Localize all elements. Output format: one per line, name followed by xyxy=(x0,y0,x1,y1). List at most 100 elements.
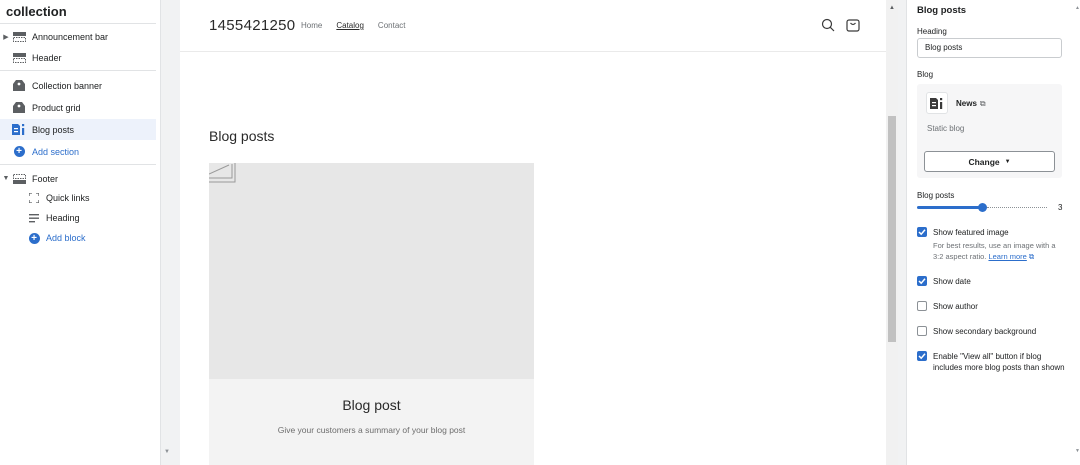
section-label: Blog posts xyxy=(32,124,75,135)
featured-image-help: For best results, use an image with a 3:… xyxy=(933,240,1065,262)
block-quick-links[interactable]: Quick links xyxy=(28,189,90,207)
section-label: Footer xyxy=(32,173,59,184)
external-link-icon[interactable]: ⧉ xyxy=(1029,252,1034,261)
scroll-up-icon[interactable]: ▲ xyxy=(1075,5,1080,11)
external-link-icon[interactable]: ⧉ xyxy=(980,99,986,108)
slider-fill xyxy=(917,206,982,209)
checkbox-show-secondary-background[interactable]: Show secondary background xyxy=(917,326,1067,337)
learn-more-link[interactable]: Learn more xyxy=(988,252,1026,261)
sidebar-scrollbar[interactable]: ▼ xyxy=(160,0,172,465)
blog-posts-icon xyxy=(926,92,948,114)
section-label: Header xyxy=(32,52,62,63)
blog-posts-count-value: 3 xyxy=(1058,203,1063,212)
checkbox-show-author[interactable]: Show author xyxy=(917,301,1067,312)
slider-rest xyxy=(987,207,1047,208)
main-nav: Home Catalog Contact xyxy=(301,21,406,30)
settings-title: Blog posts xyxy=(917,5,967,16)
collection-banner-icon xyxy=(12,80,26,92)
product-grid-icon xyxy=(12,102,26,114)
add-block-button[interactable]: + Add block xyxy=(28,229,86,247)
slider-thumb[interactable] xyxy=(978,203,987,212)
checkbox-label: Show featured image xyxy=(933,228,1009,237)
add-section-button[interactable]: + Add section xyxy=(0,141,156,162)
scroll-up-icon[interactable]: ▲ xyxy=(889,5,895,11)
heading-input[interactable]: Blog posts xyxy=(917,38,1062,58)
collapse-caret-icon[interactable]: ▼ xyxy=(0,175,12,182)
announcement-bar-icon xyxy=(12,31,26,43)
blog-post-summary: Give your customers a summary of your bl… xyxy=(277,425,466,435)
store-header: 1455421250 Home Catalog Contact xyxy=(180,0,886,52)
store-name[interactable]: 1455421250 xyxy=(209,17,295,34)
heading-label: Heading xyxy=(917,27,947,36)
blog-label: Blog xyxy=(917,70,934,79)
section-announcement-bar[interactable]: ▶ Announcement bar xyxy=(0,26,156,47)
header-layout-icon xyxy=(12,52,26,64)
checkmark-icon xyxy=(918,353,926,360)
placeholder-image-icon xyxy=(209,163,236,183)
section-blog-posts[interactable]: Blog posts xyxy=(0,119,156,140)
checkbox[interactable] xyxy=(917,301,927,311)
section-label: Announcement bar xyxy=(32,31,109,42)
checkbox[interactable] xyxy=(917,326,927,336)
nav-contact[interactable]: Contact xyxy=(378,21,406,30)
scroll-down-icon[interactable]: ▼ xyxy=(1075,448,1080,454)
divider xyxy=(0,23,156,24)
section-product-grid[interactable]: Product grid xyxy=(0,97,156,118)
template-title: collection xyxy=(6,4,67,19)
section-label: Collection banner xyxy=(32,80,103,91)
scrollbar-thumb[interactable] xyxy=(888,116,896,342)
checkmark-icon xyxy=(918,229,926,236)
checkbox-show-featured-image[interactable]: Show featured image xyxy=(917,227,1067,238)
footer-layout-icon xyxy=(12,173,26,185)
blog-type: Static blog xyxy=(927,124,965,133)
blog-posts-slider[interactable] xyxy=(917,203,1047,212)
blog-picker: News ⧉ Static blog Change ▼ xyxy=(917,84,1062,178)
search-icon[interactable] xyxy=(821,18,835,35)
checkbox-label: Show secondary background xyxy=(933,327,1037,336)
checkbox-show-date[interactable]: Show date xyxy=(917,276,1067,287)
storefront-preview: 1455421250 Home Catalog Contact Blog pos… xyxy=(180,0,898,465)
nav-catalog[interactable]: Catalog xyxy=(336,21,364,30)
checkbox-enable-view-all[interactable]: Enable "View all" button if blog include… xyxy=(917,351,1067,373)
cart-icon[interactable] xyxy=(846,18,860,35)
nav-home[interactable]: Home xyxy=(301,21,322,30)
checkbox-label: Show author xyxy=(933,302,978,311)
plus-circle-icon: + xyxy=(28,232,40,244)
checkbox[interactable] xyxy=(917,351,927,361)
checkbox[interactable] xyxy=(917,227,927,237)
checkmark-icon xyxy=(918,278,926,285)
section-label: Product grid xyxy=(32,102,81,113)
add-section-label: Add section xyxy=(32,146,80,157)
settings-scrollbar[interactable]: ▲ ▼ xyxy=(1075,0,1080,465)
add-block-label: Add block xyxy=(46,233,86,243)
block-heading[interactable]: Heading xyxy=(28,209,80,227)
blog-name[interactable]: News xyxy=(956,99,977,108)
sections-sidebar: collection ▶ Announcement bar Header Col… xyxy=(0,0,172,465)
divider xyxy=(0,70,156,71)
caret-down-icon: ▼ xyxy=(1004,158,1011,165)
section-footer[interactable]: ▼ Footer xyxy=(0,168,156,189)
section-header[interactable]: Header xyxy=(0,47,156,68)
section-collection-banner[interactable]: Collection banner xyxy=(0,75,156,96)
quick-links-icon xyxy=(28,193,40,203)
checkbox[interactable] xyxy=(917,276,927,286)
heading-icon xyxy=(28,213,40,223)
blog-post-image-placeholder[interactable] xyxy=(209,163,534,379)
blog-section-heading: Blog posts xyxy=(209,128,275,144)
preview-scrollbar[interactable]: ▲ xyxy=(886,0,898,465)
divider xyxy=(0,164,156,165)
block-label: Quick links xyxy=(46,193,90,203)
change-blog-button[interactable]: Change ▼ xyxy=(924,151,1055,172)
change-label: Change xyxy=(968,156,1000,167)
scroll-down-icon[interactable]: ▼ xyxy=(164,449,170,455)
block-label: Heading xyxy=(46,213,80,223)
blog-post-title[interactable]: Blog post xyxy=(209,397,534,413)
checkbox-label: Show date xyxy=(933,277,971,286)
blog-post-card[interactable]: Blog post Give your customers a summary … xyxy=(209,379,534,465)
blog-name-link[interactable]: News ⧉ xyxy=(956,99,986,109)
expand-caret-icon[interactable]: ▶ xyxy=(0,33,12,41)
checkbox-label: Enable "View all" button if blog include… xyxy=(933,352,1065,372)
section-settings-panel: Blog posts Heading Blog posts Blog News ⧉… xyxy=(906,0,1080,465)
plus-circle-icon: + xyxy=(12,146,26,158)
blog-posts-count-label: Blog posts xyxy=(917,191,955,200)
